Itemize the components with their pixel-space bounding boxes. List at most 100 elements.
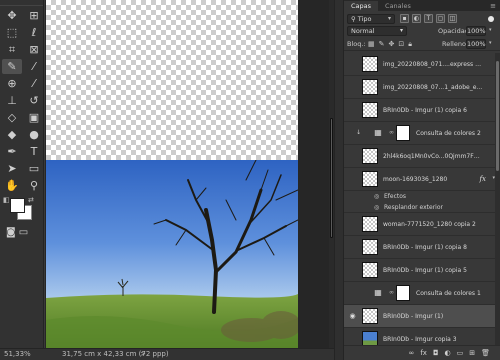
quick-select-tool-icon[interactable]: ✎ <box>2 59 22 74</box>
effects-row[interactable]: ◎ Efectos <box>344 191 500 202</box>
frame-tool-icon[interactable]: ⊠ <box>24 42 44 57</box>
layer-row[interactable]: ◉ BRIn0Db - Imgur (1) copia 5 <box>344 259 500 282</box>
layer-thumbnail <box>362 56 378 72</box>
healing-tool-icon[interactable]: ⊕ <box>2 76 22 91</box>
new-group-icon[interactable]: ▭ <box>457 349 464 357</box>
stamp-tool-icon[interactable]: ⊥ <box>2 93 22 108</box>
move-tool-icon[interactable]: ✥ <box>2 8 22 23</box>
history-brush-tool-icon[interactable]: ↺ <box>24 93 44 108</box>
path-select-tool-icon[interactable]: ➤ <box>2 161 22 176</box>
fx-icon[interactable]: fx <box>479 175 486 183</box>
lock-all-icon[interactable]: 🔒︎ <box>408 40 412 49</box>
link-icon[interactable]: ∞ <box>389 289 394 296</box>
visibility-toggle[interactable]: ◉ <box>348 243 357 252</box>
canvas-scroll-thumb[interactable] <box>330 118 333 238</box>
visibility-toggle[interactable]: ◉ <box>348 335 357 344</box>
filter-toggle[interactable] <box>488 16 494 22</box>
foreground-color-swatch[interactable] <box>10 198 25 213</box>
visibility-toggle[interactable]: ◉ <box>348 266 357 275</box>
artboard-tool-icon[interactable]: ⊞ <box>24 8 44 23</box>
visibility-toggle[interactable]: ◉ <box>348 106 357 115</box>
default-colors-icon[interactable]: ◧ <box>3 196 10 204</box>
quick-mask-icon[interactable]: ◙ <box>6 227 16 238</box>
layer-name: woman-7771520_1280 copia 2 <box>383 221 476 228</box>
layer-thumbnail <box>362 331 378 345</box>
layers-scrollbar[interactable] <box>495 53 500 345</box>
trash-icon[interactable]: 🗑︎ <box>481 349 490 357</box>
layer-row[interactable]: ◉ img_20220808_071....express copia 4 <box>344 53 500 76</box>
brush-tool-icon[interactable]: ⁄ <box>24 76 44 91</box>
lock-position-icon[interactable]: ✥ <box>389 40 395 49</box>
filter-shape-icon[interactable]: ▢ <box>436 14 445 23</box>
layer-row[interactable]: ◉ BRIn0Db - Imgur (1) copia 6 <box>344 99 500 122</box>
fill-field[interactable]: 100% <box>466 39 486 49</box>
screen-mode-icon[interactable]: ▭ <box>19 227 28 238</box>
layer-row-selected[interactable]: ◉ BRIn0Db - Imgur (1) <box>344 305 500 328</box>
hand-tool-icon[interactable]: ✋ <box>2 178 22 193</box>
visibility-toggle[interactable]: ◉ <box>348 220 357 229</box>
effects-row[interactable]: ◎ Resplandor exterior <box>344 202 500 213</box>
filter-smart-object-icon[interactable]: ◫ <box>448 14 457 23</box>
blend-mode-select[interactable]: Normal ▾ <box>347 26 407 36</box>
layer-mask-thumbnail[interactable] <box>396 125 410 141</box>
visibility-toggle[interactable]: ◉ <box>348 175 357 184</box>
blur-tool-icon[interactable]: ◆ <box>2 127 22 142</box>
marquee-tool-icon[interactable]: ⬚ <box>2 25 22 40</box>
filter-kind-select[interactable]: ⚲ Tipo ▾ <box>347 14 395 24</box>
gradient-tool-icon[interactable]: ▣ <box>24 110 44 125</box>
adjustment-layer-icon[interactable]: ◐ <box>445 349 451 357</box>
layer-row[interactable]: ◉ woman-7771520_1280 copia 2 <box>344 213 500 236</box>
effects-visibility-icon[interactable]: ◎ <box>374 204 379 211</box>
opacity-field[interactable]: 100% <box>466 26 486 36</box>
dodge-tool-icon[interactable]: ● <box>24 127 44 142</box>
effects-visibility-icon[interactable]: ◎ <box>374 193 379 200</box>
visibility-toggle[interactable]: ◉ <box>348 60 357 69</box>
type-tool-icon[interactable]: T <box>24 144 44 159</box>
layer-thumbnail <box>362 102 378 118</box>
layer-mask-thumbnail[interactable] <box>396 285 410 301</box>
opacity-chevron-icon[interactable]: ▾ <box>489 27 492 33</box>
filter-pixel-icon[interactable]: ▪ <box>400 14 409 23</box>
new-layer-icon[interactable]: ⊞ <box>469 349 475 357</box>
layer-row[interactable]: ◉ ↓ ▦ ∞ Consulta de colores 2 <box>344 122 500 145</box>
eye-icon[interactable]: ◉ <box>348 312 357 321</box>
lock-artboard-icon[interactable]: ⊡ <box>398 40 404 49</box>
panel-menu-icon[interactable]: ≡ <box>490 1 500 11</box>
layer-row[interactable]: ◉ moon-1693036_1280 fx ▾ <box>344 168 500 191</box>
fill-chevron-icon[interactable]: ▾ <box>489 40 492 46</box>
layers-scroll-thumb[interactable] <box>496 61 499 171</box>
crop-tool-icon[interactable]: ⌗ <box>2 42 22 57</box>
zoom-tool-icon[interactable]: ⚲ <box>24 178 44 193</box>
layer-row[interactable]: ◉ BRIn0Db - Imgur copia 3 <box>344 328 500 345</box>
pen-tool-icon[interactable]: ✒ <box>2 144 22 159</box>
swap-colors-icon[interactable]: ⇄ <box>28 196 34 204</box>
fx-add-style-icon[interactable]: fx <box>420 349 427 357</box>
lock-transparent-icon[interactable]: ▦ <box>368 40 375 49</box>
layer-row[interactable]: ◉ 2hl4k6oq1Mn0vCo...0Qjmm7Fbxa0ijWlt <box>344 145 500 168</box>
layer-thumbnail <box>362 148 378 164</box>
visibility-toggle[interactable]: ◉ <box>348 152 357 161</box>
tab-channels[interactable]: Canales <box>378 1 418 11</box>
zoom-level[interactable]: 51,33% <box>4 349 31 360</box>
collapsed-panels-column <box>334 0 344 360</box>
lock-image-icon[interactable]: ✎ <box>379 40 385 49</box>
color-swatches: ◧ ⇄ <box>0 196 43 224</box>
eyedropper-tool-icon[interactable]: ⁄ <box>24 59 44 74</box>
layer-row[interactable]: ◉ img_20220808_07...1_adobe_express <box>344 76 500 99</box>
tab-layers[interactable]: Capas <box>344 1 379 11</box>
visibility-toggle[interactable]: ◉ <box>348 83 357 92</box>
filter-adjustment-icon[interactable]: ◐ <box>412 14 421 23</box>
lasso-tool-icon[interactable]: ℓ <box>24 25 44 40</box>
layer-row[interactable]: ◉ ▦ ∞ Consulta de colores 1 <box>344 282 500 305</box>
shape-tool-icon[interactable]: ▭ <box>24 161 44 176</box>
status-menu-arrow[interactable]: > <box>140 349 146 360</box>
visibility-toggle[interactable]: ◉ <box>348 289 357 298</box>
canvas-area[interactable] <box>44 0 334 348</box>
link-icon[interactable]: ∞ <box>389 129 394 136</box>
document-canvas[interactable] <box>46 0 298 348</box>
filter-type-icon[interactable]: T <box>424 14 433 23</box>
eraser-tool-icon[interactable]: ◇ <box>2 110 22 125</box>
link-layers-icon[interactable]: ∞ <box>409 349 415 357</box>
layer-row[interactable]: ◉ BRIn0Db - Imgur (1) copia 8 <box>344 236 500 259</box>
add-mask-icon[interactable]: ◘ <box>433 349 439 357</box>
